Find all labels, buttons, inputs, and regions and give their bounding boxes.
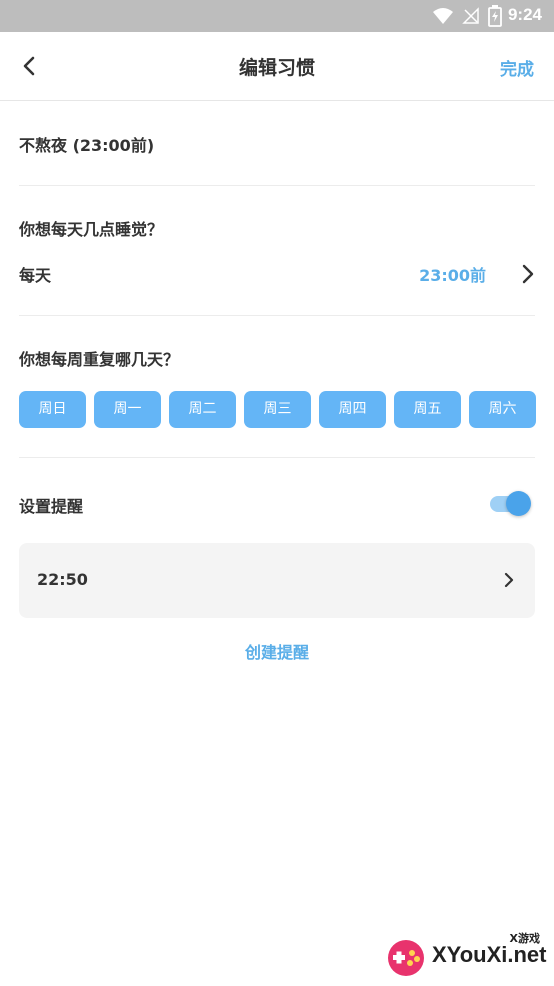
- sleep-time-question: 你想每天几点睡觉？: [19, 220, 164, 239]
- signal-off-icon: [462, 7, 479, 24]
- reminder-time: 22:50: [37, 570, 88, 589]
- day-chip-sunday[interactable]: 周日: [19, 391, 86, 428]
- reminder-item[interactable]: 22:50: [19, 543, 535, 618]
- reminder-toggle[interactable]: [490, 490, 532, 518]
- divider: [19, 457, 535, 458]
- page-title: 编辑习惯: [238, 57, 315, 79]
- day-chip-tuesday[interactable]: 周二: [169, 391, 236, 428]
- wifi-icon: [433, 8, 453, 24]
- done-button[interactable]: 完成: [500, 55, 534, 80]
- battery-charging-icon: [488, 5, 502, 27]
- app-header: 编辑习惯 完成: [0, 32, 554, 101]
- repeat-days-question: 你想每周重复哪几天？: [19, 350, 180, 369]
- day-chip-wednesday[interactable]: 周三: [244, 391, 311, 428]
- reminder-label: 设置提醒: [19, 497, 84, 516]
- chevron-right-icon: [522, 264, 534, 284]
- watermark-text: XYouXi.net: [432, 942, 547, 967]
- frequency-label: 每天: [19, 266, 52, 285]
- status-bar: 9:24: [0, 0, 554, 32]
- divider: [19, 185, 535, 186]
- sleep-time-value: 23:00前: [419, 266, 486, 285]
- divider: [19, 315, 535, 316]
- gamepad-logo-icon: [388, 940, 424, 976]
- habit-name[interactable]: 不熬夜 (23:00前): [19, 132, 154, 156]
- day-chip-saturday[interactable]: 周六: [469, 391, 536, 428]
- day-chip-thursday[interactable]: 周四: [319, 391, 386, 428]
- create-reminder-button[interactable]: 创建提醒: [0, 639, 554, 663]
- day-chip-friday[interactable]: 周五: [394, 391, 461, 428]
- toggle-knob: [506, 491, 531, 516]
- watermark: X游戏 XYouXi.net: [384, 928, 550, 982]
- chevron-right-icon: [504, 572, 514, 588]
- day-chip-monday[interactable]: 周一: [94, 391, 161, 428]
- day-chip-group: 周日 周一 周二 周三 周四 周五 周六: [19, 391, 536, 428]
- status-time: 9:24: [507, 5, 542, 24]
- sleep-time-row[interactable]: 每天 23:00前: [0, 250, 554, 300]
